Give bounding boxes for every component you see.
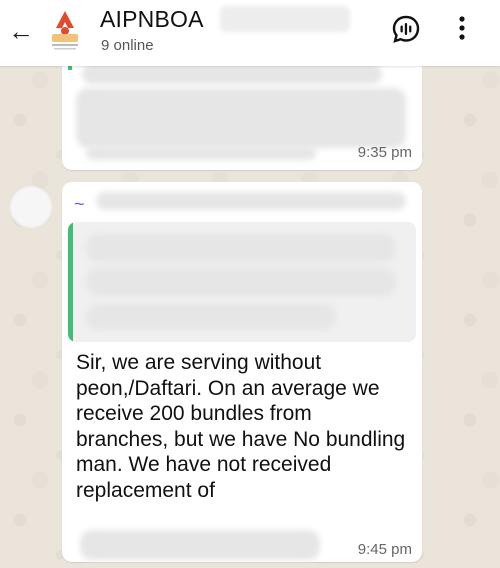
logo-icon — [39, 4, 91, 56]
message-text: Sir, we are serving without peon,/Daftar… — [76, 351, 406, 502]
message-time: 9:45 pm — [357, 541, 412, 558]
redacted-text — [86, 234, 396, 262]
back-arrow-icon[interactable]: ← — [8, 18, 34, 44]
redacted-text — [86, 268, 396, 296]
redacted-text — [82, 64, 382, 84]
more-options-icon[interactable] — [452, 14, 472, 44]
sender-tilde: ~ — [74, 194, 85, 214]
redacted-sender — [96, 192, 406, 210]
redacted-text — [86, 304, 336, 330]
voice-chat-icon[interactable] — [391, 14, 421, 44]
redacted-text — [86, 146, 316, 160]
redacted-text — [76, 88, 406, 148]
message-bubble[interactable]: ~ Sir, we are serving without peon,/Daft… — [62, 182, 422, 562]
redacted-text — [80, 530, 320, 560]
group-avatar[interactable] — [38, 3, 92, 57]
quoted-message[interactable] — [68, 222, 416, 342]
quote-accent — [68, 222, 73, 342]
message-time: 9:35 pm — [357, 144, 412, 161]
sender-avatar[interactable] — [10, 186, 52, 228]
online-status: 9 online — [101, 37, 154, 54]
chat-header: ← AIPNBOA 9 online — [0, 0, 500, 66]
redacted-title-part — [220, 6, 350, 32]
message-bubble[interactable]: 9:35 pm — [62, 48, 422, 170]
chat-title: AIPNBOA — [100, 6, 204, 32]
